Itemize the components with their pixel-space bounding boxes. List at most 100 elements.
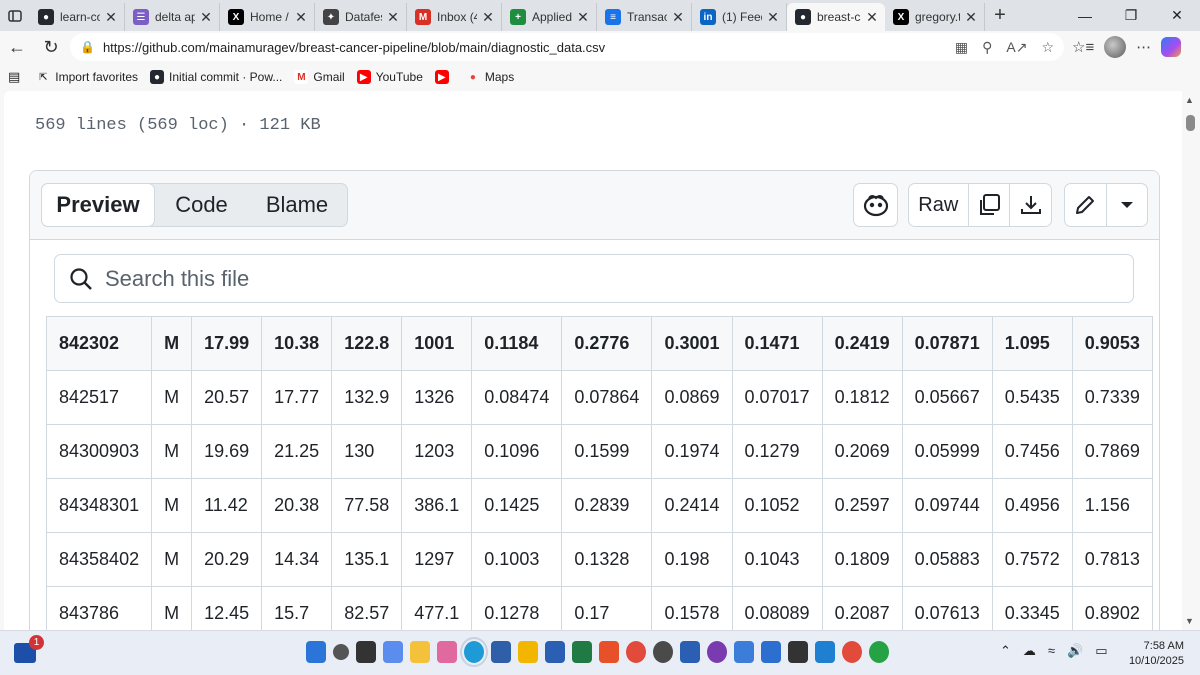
copy-button[interactable] xyxy=(967,184,1010,226)
github-icon: ● xyxy=(795,9,811,25)
table-header-cell: 0.3001 xyxy=(651,316,733,371)
scrollbar-thumb[interactable] xyxy=(1186,115,1195,131)
close-tab-icon[interactable]: ✕ xyxy=(766,9,780,26)
cloud-icon[interactable]: ☁ xyxy=(1023,643,1036,659)
scroll-up-icon[interactable]: ▲ xyxy=(1185,95,1194,105)
table-cell: 0.1278 xyxy=(471,586,563,630)
more-menu-icon[interactable]: ⋯ xyxy=(1136,38,1151,56)
whatsapp-icon[interactable] xyxy=(869,641,889,663)
notepad-icon[interactable] xyxy=(734,641,754,663)
close-tab-icon[interactable]: ✕ xyxy=(104,9,118,26)
file-explorer-icon[interactable] xyxy=(410,641,430,663)
profile-avatar[interactable] xyxy=(1104,36,1127,58)
browser-tab[interactable]: ≡ Transactio ✕ xyxy=(597,3,692,31)
photos-icon[interactable] xyxy=(437,641,457,663)
app-icon[interactable] xyxy=(680,641,700,663)
tray-chevron-icon[interactable]: ⌃ xyxy=(1000,643,1011,659)
favorite-item[interactable]: ▶ YouTube xyxy=(356,70,423,84)
edge-icon[interactable] xyxy=(460,637,488,667)
address-bar[interactable]: 🔒 https://github.com/mainamuragev/breast… xyxy=(70,33,1064,61)
word-icon[interactable] xyxy=(545,641,565,663)
edit-button[interactable] xyxy=(1065,184,1106,226)
table-cell: 0.2414 xyxy=(651,478,733,533)
terminal-icon[interactable] xyxy=(788,641,808,663)
browser-tab[interactable]: in (1) Feed ✕ xyxy=(692,3,787,31)
favorite-item[interactable]: ▶ xyxy=(434,70,454,84)
search-file-box[interactable] xyxy=(54,254,1134,303)
volume-icon[interactable]: 🔊 xyxy=(1067,643,1083,659)
wifi-icon[interactable]: ≈ xyxy=(1048,643,1055,659)
table-header-cell: 0.07871 xyxy=(901,316,993,371)
start-icon[interactable] xyxy=(306,641,326,663)
favorites-icon[interactable]: ☆≡ xyxy=(1072,38,1094,56)
chrome-alt-icon[interactable] xyxy=(842,641,862,663)
calculator-icon[interactable] xyxy=(491,641,511,663)
favorite-item[interactable]: ● Maps xyxy=(466,70,514,84)
battery-icon[interactable]: ▭ xyxy=(1095,643,1107,659)
restore-icon[interactable]: ❐ xyxy=(1108,0,1154,31)
site-info-icon[interactable]: 🔒 xyxy=(80,40,95,54)
search-taskbar-icon[interactable] xyxy=(333,644,349,660)
browser-tab[interactable]: Xgregory.t ✕ xyxy=(885,3,985,31)
tab-title: delta app xyxy=(155,10,195,24)
favorite-item[interactable]: ⇱ Import favorites xyxy=(36,70,138,84)
copilot-button[interactable] xyxy=(853,183,898,227)
tab-blame[interactable]: Blame xyxy=(248,184,346,226)
chrome-icon[interactable] xyxy=(626,641,646,663)
system-clock[interactable]: 7:58 AM 10/10/2025 xyxy=(1120,639,1184,669)
tab-code[interactable]: Code xyxy=(155,184,248,226)
scroll-down-icon[interactable]: ▼ xyxy=(1185,616,1194,626)
tab-actions-icon[interactable] xyxy=(0,0,30,31)
close-tab-icon[interactable]: ✕ xyxy=(199,9,213,26)
edit-options-button[interactable] xyxy=(1105,184,1147,226)
favorite-star-icon[interactable]: ☆ xyxy=(1041,39,1054,56)
tor-icon[interactable] xyxy=(707,641,727,663)
github-desktop-icon[interactable] xyxy=(653,641,673,663)
sticky-notes-icon[interactable] xyxy=(518,641,538,663)
page-scrollbar[interactable]: ▲ ▼ xyxy=(1182,91,1200,630)
close-tab-icon[interactable]: ✕ xyxy=(294,9,308,26)
table-cell: 0.8902 xyxy=(1071,586,1153,630)
back-button[interactable]: ← xyxy=(0,32,34,62)
table-header-row: 842302 M 17.99 10.38 122.8 1001 0.1184 0.2776 0.… xyxy=(46,316,1153,371)
close-tab-icon[interactable]: ✕ xyxy=(865,9,879,26)
close-tab-icon[interactable]: ✕ xyxy=(671,9,685,26)
task-view-icon[interactable] xyxy=(356,641,376,663)
favorite-item[interactable]: M Gmail xyxy=(294,70,345,84)
search-input[interactable] xyxy=(105,265,1005,292)
csv-table-container[interactable]: 842302 M 17.99 10.38 122.8 1001 0.1184 0.2776 0.… xyxy=(46,316,1159,630)
download-button[interactable] xyxy=(1009,184,1051,226)
close-tab-icon[interactable]: ✕ xyxy=(386,9,400,26)
zoom-icon[interactable]: ⚲ xyxy=(982,39,992,56)
x-icon: X xyxy=(228,9,244,25)
browser-tab[interactable]: M Inbox (4,0 ✕ xyxy=(407,3,502,31)
browser-tab[interactable]: + Applied F ✕ xyxy=(502,3,597,31)
browser-tab[interactable]: ● learn-co ✕ xyxy=(30,3,125,31)
youtube-icon: ▶ xyxy=(356,70,371,84)
close-window-icon[interactable]: ✕ xyxy=(1154,0,1200,31)
url-text[interactable]: https://github.com/mainamuragev/breast-c… xyxy=(103,40,605,55)
settings-app-icon[interactable] xyxy=(761,641,781,663)
notification-icon[interactable]: 1 xyxy=(14,635,44,663)
refresh-button[interactable]: ↻ xyxy=(34,32,68,62)
brave-icon[interactable] xyxy=(599,641,619,663)
browser-tab[interactable]: ✦ Datafest ✕ xyxy=(315,3,407,31)
favorite-item[interactable]: ● Initial commit · Pow... xyxy=(150,70,282,84)
browser-tab[interactable]: ● breast-ca ✕ xyxy=(787,3,885,31)
excel-icon[interactable] xyxy=(572,641,592,663)
close-tab-icon[interactable]: ✕ xyxy=(964,9,978,26)
read-aloud-icon[interactable]: A↗ xyxy=(1006,39,1027,56)
collections-icon[interactable]: ▤ xyxy=(8,69,20,85)
widgets-icon[interactable] xyxy=(383,641,403,663)
raw-button[interactable]: Raw xyxy=(909,184,968,226)
vscode-icon[interactable] xyxy=(815,641,835,663)
minimize-icon[interactable]: — xyxy=(1062,0,1108,31)
browser-tab[interactable]: ☰ delta app ✕ xyxy=(125,3,220,31)
copilot-icon[interactable] xyxy=(1161,37,1182,57)
new-tab-button[interactable]: + xyxy=(985,4,1015,27)
tab-preview[interactable]: Preview xyxy=(41,183,155,227)
close-tab-icon[interactable]: ✕ xyxy=(481,9,495,26)
app-available-icon[interactable]: ▦ xyxy=(955,39,968,56)
browser-tab[interactable]: X Home / X ✕ xyxy=(220,3,315,31)
close-tab-icon[interactable]: ✕ xyxy=(576,9,590,26)
